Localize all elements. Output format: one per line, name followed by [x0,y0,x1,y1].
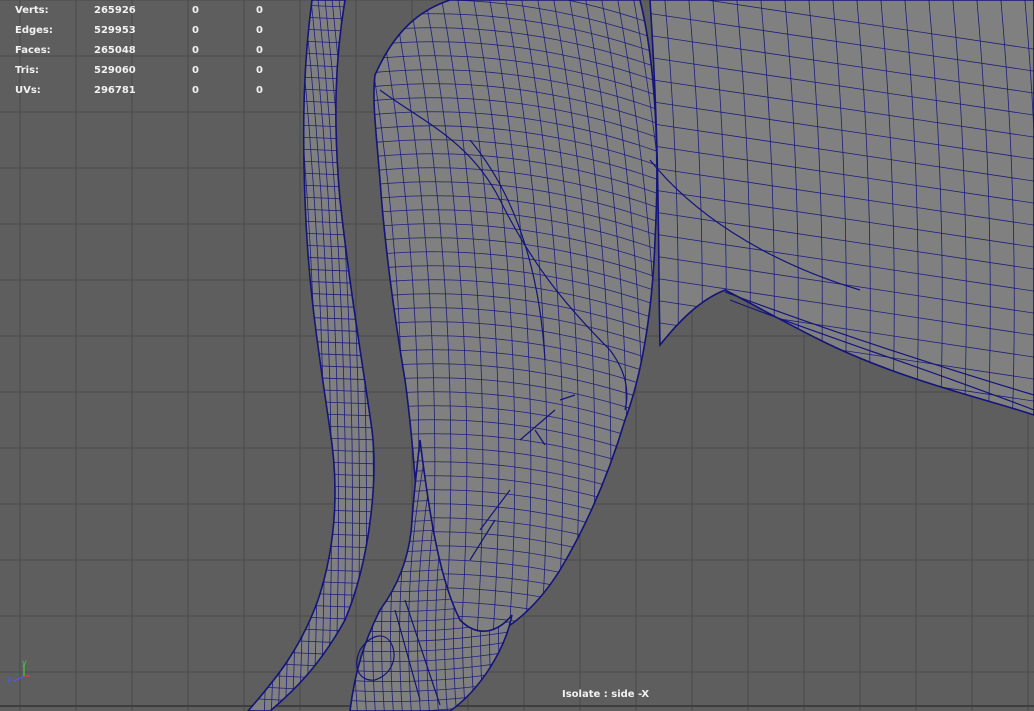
horse-body-mesh[interactable] [640,0,1034,490]
hud-stat-value: 529953 [94,25,136,36]
hud-stat-component: 0 [256,25,263,36]
isolate-status-label: Isolate : side -X [562,689,650,700]
hud-stat-component: 0 [256,45,263,56]
hud-stat-label: Faces: [15,45,51,56]
hud-stat-label: UVs: [15,85,41,96]
hud-stat-value: 529060 [94,65,136,76]
hud-stat-selected: 0 [192,85,199,96]
axis-gizmo: y z [6,658,30,684]
hud-stat-selected: 0 [192,45,199,56]
hud-stat-component: 0 [256,65,263,76]
hud-stat-selected: 0 [192,25,199,36]
hud-stat-value: 296781 [94,85,136,96]
viewport-panel[interactable] [0,0,1034,711]
hud-stat-label: Tris: [15,65,40,76]
viewport-scene[interactable] [0,0,1034,711]
hud-stat-selected: 0 [192,5,199,16]
z-axis-label: z [7,675,11,684]
hud-stat-selected: 0 [192,65,199,76]
poly-count-hud: Verts: 265926 0 0 Edges: 529953 0 0 Faces: 265048… [15,1,296,101]
hud-stat-component: 0 [256,85,263,96]
hud-row: Faces: 265048 0 0 [15,41,296,61]
hud-stat-label: Edges: [15,25,53,36]
hud-row: Verts: 265926 0 0 [15,1,296,21]
z-axis-line [13,675,25,682]
y-axis-label: y [22,658,27,667]
hud-stat-value: 265926 [94,5,136,16]
hud-stat-value: 265048 [94,45,136,56]
hud-row: Edges: 529953 0 0 [15,21,296,41]
hud-row: UVs: 296781 0 0 [15,81,296,101]
hud-stat-component: 0 [256,5,263,16]
hud-stat-label: Verts: [15,5,49,16]
hud-row: Tris: 529060 0 0 [15,61,296,81]
